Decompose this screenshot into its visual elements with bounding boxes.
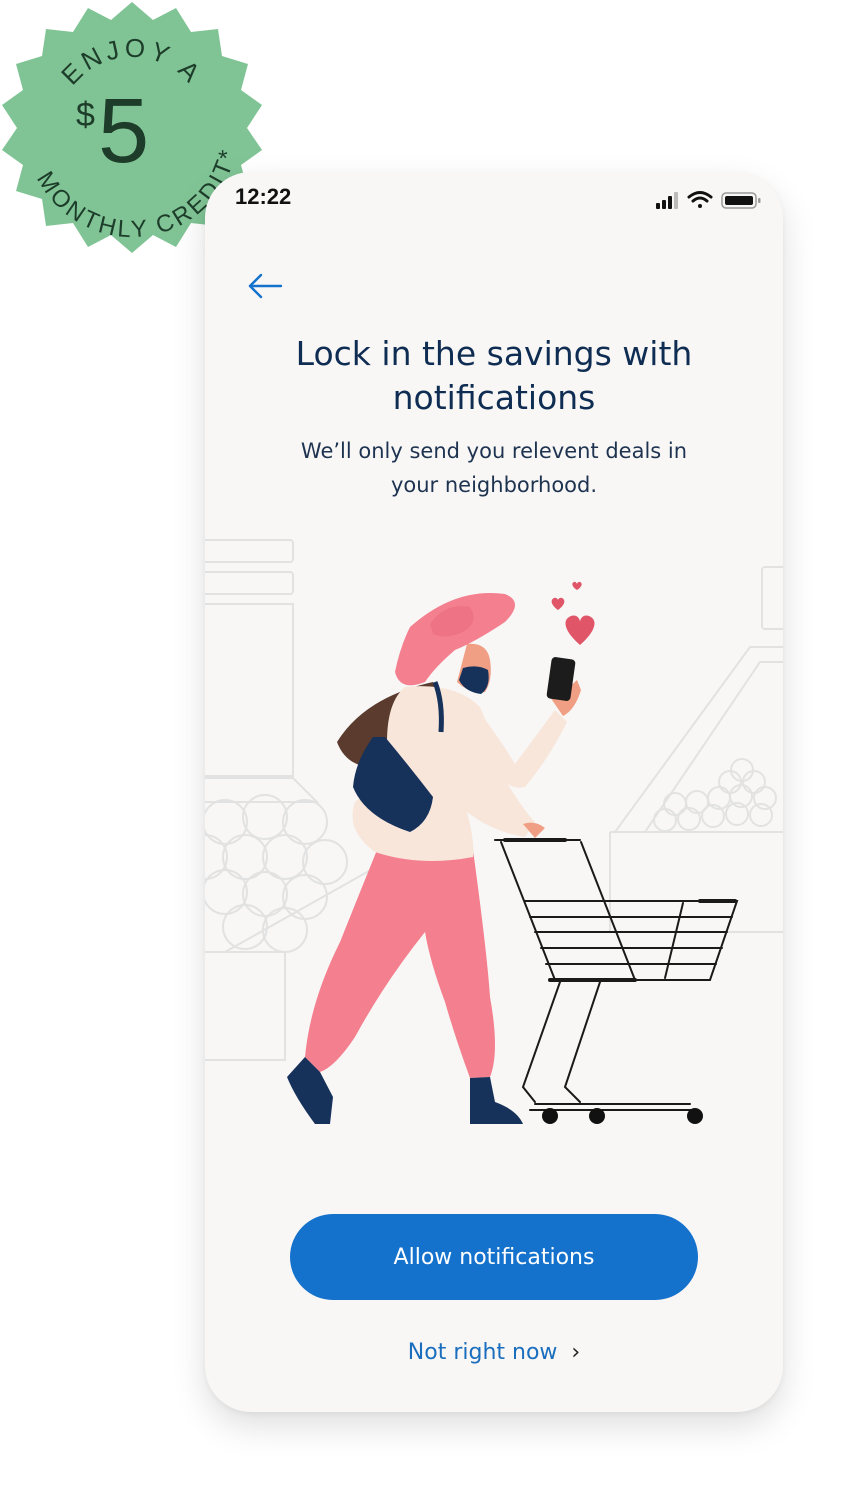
not-right-now-link[interactable]: Not right now ›: [205, 1340, 783, 1365]
hearts-icon: [551, 581, 595, 645]
shopping-cart: [494, 838, 739, 1111]
page-title: Lock in the savings with notifications: [245, 332, 743, 420]
battery-icon: [721, 192, 761, 209]
arrow-left-icon: [248, 273, 283, 299]
status-time: 12:22: [235, 184, 292, 209]
shopper-illustration: [205, 539, 783, 1124]
page-subtitle: We’ll only send you relevent deals in yo…: [265, 434, 723, 502]
badge-currency: $: [76, 96, 95, 134]
fruit-pile-right: [653, 758, 777, 832]
chevron-right-icon: ›: [571, 1340, 581, 1365]
tiny-heart-icon: [572, 581, 582, 590]
face-mask-icon: [459, 666, 489, 694]
fruit-pile-left: [205, 794, 348, 953]
badge-amount: 5: [98, 80, 149, 182]
page-title-line-1: Lock in the savings with: [295, 334, 693, 373]
shopper-figure: [287, 592, 581, 1124]
small-heart-icon: [551, 597, 565, 610]
back-button[interactable]: [245, 270, 285, 302]
page-subtitle-line-1: We’ll only send you relevent deals in: [300, 439, 688, 463]
right-shoe-icon: [470, 1077, 523, 1124]
page-title-line-2: notifications: [392, 378, 596, 417]
status-icons: [656, 191, 761, 209]
not-right-now-label: Not right now: [407, 1340, 558, 1365]
large-heart-icon: [565, 615, 595, 645]
phone-screen: 12:22 Lock in the savings with notificat…: [205, 172, 783, 1412]
signal-icon: [656, 192, 678, 209]
pants-icon: [305, 845, 495, 1078]
allow-notifications-button[interactable]: Allow notifications: [290, 1214, 698, 1300]
wifi-icon: [687, 191, 713, 208]
page-subtitle-line-2: your neighborhood.: [390, 473, 598, 497]
